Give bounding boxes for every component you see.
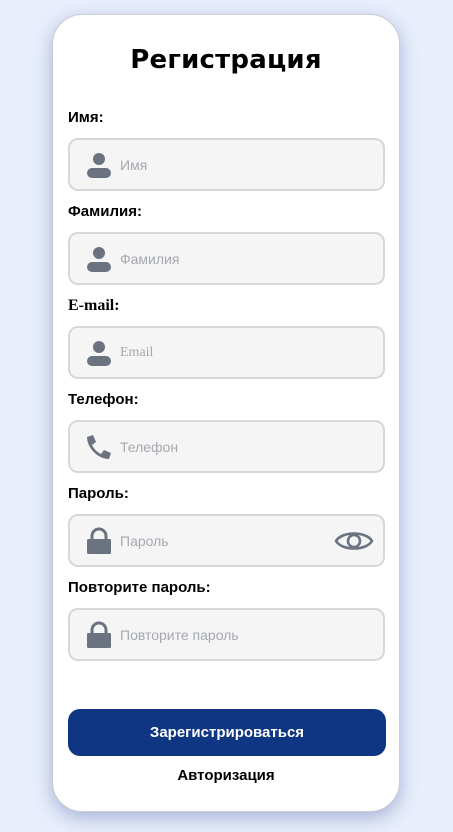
lock-icon: [87, 527, 111, 554]
phone-icon: [87, 435, 111, 459]
phone-label: Телефон:: [68, 391, 139, 408]
phone-field[interactable]: [68, 420, 385, 473]
password-field[interactable]: [68, 514, 385, 567]
lock-icon: [87, 621, 111, 648]
repeat-password-label: Повторите пароль:: [68, 579, 211, 596]
password-input[interactable]: [120, 516, 330, 565]
page-title: Регистрация: [130, 45, 322, 75]
repeat-password-input[interactable]: [120, 610, 330, 659]
last-name-field[interactable]: [68, 232, 385, 285]
user-icon: [87, 247, 111, 272]
phone-input[interactable]: [120, 422, 330, 471]
eye-icon[interactable]: [334, 527, 374, 555]
email-input[interactable]: [120, 328, 330, 377]
password-label: Пароль:: [68, 485, 129, 502]
register-button[interactable]: Зарегистрироваться: [68, 709, 386, 756]
login-link[interactable]: Авторизация: [53, 767, 399, 784]
user-icon: [87, 153, 111, 178]
email-field[interactable]: [68, 326, 385, 379]
last-name-input[interactable]: [120, 234, 330, 283]
registration-card: Регистрация Имя: Фамилия: E-mail: Телефо…: [52, 14, 400, 812]
first-name-field[interactable]: [68, 138, 385, 191]
user-icon: [87, 341, 111, 366]
first-name-label: Имя:: [68, 109, 104, 126]
repeat-password-field[interactable]: [68, 608, 385, 661]
first-name-input[interactable]: [120, 140, 330, 189]
email-label: E-mail:: [68, 297, 120, 314]
last-name-label: Фамилия:: [68, 203, 142, 220]
